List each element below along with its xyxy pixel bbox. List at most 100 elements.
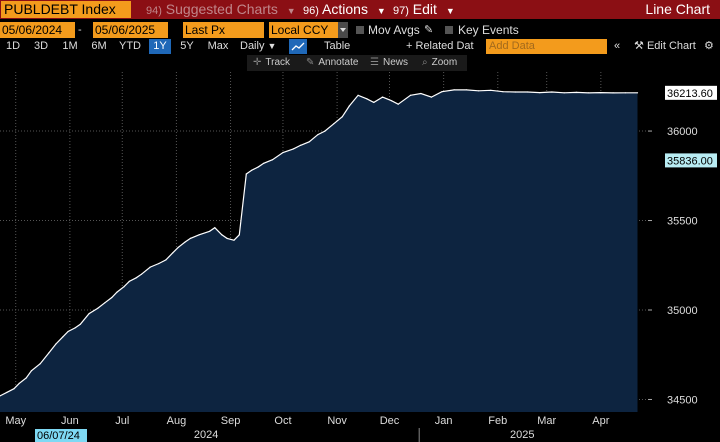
line-chart[interactable]: 34500 35000 35500 36000 May Jun Jul Aug Sep Oct No… [0, 72, 720, 442]
data-point [551, 91, 553, 93]
zoom-button[interactable]: ⌕ Zoom [422, 55, 457, 71]
data-point [238, 234, 240, 236]
suggested-charts-menu[interactable]: 94) Suggested Charts ▼ [146, 0, 296, 19]
mov-avgs-label: Mov Avgs [368, 23, 420, 37]
data-point [13, 388, 15, 390]
period-bar: 1D 3D 1M 6M YTD 1Y 5Y Max Daily ▼ Table … [0, 39, 720, 54]
data-point [97, 307, 99, 309]
data-point [441, 91, 443, 93]
data-point [25, 377, 27, 379]
data-point [140, 273, 143, 275]
x-tick-label: Oct [274, 415, 291, 427]
data-point [233, 239, 235, 241]
currency-dropdown-icon[interactable] [338, 22, 348, 38]
data-point [612, 92, 614, 94]
x-tick-label: May [5, 415, 26, 427]
end-date-input[interactable]: 05/06/2025 [93, 22, 168, 38]
data-point [357, 94, 359, 96]
table-button[interactable]: Table [324, 39, 350, 54]
related-data-label: Related Dat [415, 40, 474, 52]
period-1y[interactable]: 1Y [149, 39, 171, 54]
field-input[interactable]: Last Px [183, 22, 264, 38]
settings-icon[interactable]: ⚙ [704, 39, 714, 54]
data-point [292, 148, 294, 150]
period-1m[interactable]: 1M [59, 39, 81, 54]
y-tick-label: 35500 [667, 216, 698, 228]
frequency-label: Daily [240, 40, 265, 52]
last-value-label: 36213.60 [667, 88, 713, 100]
period-max[interactable]: Max [205, 39, 231, 54]
chevron-down-icon: ▼ [286, 6, 296, 16]
data-point [18, 382, 20, 384]
key-events-label: Key Events [458, 23, 519, 37]
actions-menu[interactable]: 96) Actions ▼ [303, 0, 386, 19]
x-tick-label: Mar [537, 415, 556, 427]
x-tick-label: Feb [488, 415, 507, 427]
data-point [189, 237, 191, 239]
data-point [55, 343, 57, 345]
data-point [74, 327, 76, 329]
data-point [324, 130, 326, 132]
plus-icon: + [406, 40, 413, 52]
data-point [6, 391, 8, 393]
period-1d[interactable]: 1D [4, 39, 22, 54]
start-date-input[interactable]: 05/06/2024 [0, 22, 75, 38]
edit-menu[interactable]: 97) Edit ▼ [393, 0, 455, 19]
annotate-button[interactable]: ✎ Annotate [306, 55, 358, 71]
data-point [79, 323, 81, 325]
data-point [165, 259, 167, 261]
controls-bar: 05/06/2024 - 05/06/2025 Last Px Local CC… [0, 22, 720, 38]
x-tick-label: Jun [61, 415, 79, 427]
period-5y[interactable]: 5Y [177, 39, 197, 54]
period-3d[interactable]: 3D [32, 39, 50, 54]
track-label: Track [265, 57, 291, 68]
data-point [502, 91, 504, 93]
data-point [282, 151, 284, 154]
suggested-charts-number: 94) [146, 5, 162, 17]
pencil-icon[interactable]: ✎ [424, 23, 433, 36]
line-chart-toggle[interactable] [289, 39, 307, 54]
data-point [390, 100, 392, 102]
data-point [490, 89, 492, 91]
collapse-icon[interactable]: « [614, 39, 620, 54]
suggested-charts-label: Suggested Charts [165, 1, 278, 17]
date-separator: - [78, 24, 82, 36]
currency-select[interactable]: Local CCY [269, 22, 338, 38]
key-events-checkbox[interactable] [445, 26, 453, 34]
period-6m[interactable]: 6M [88, 39, 110, 54]
edit-chart-button[interactable]: ⚒ Edit Chart [634, 39, 696, 54]
data-point [104, 302, 106, 304]
track-button[interactable]: ✛ Track [253, 55, 290, 71]
security-input[interactable]: PUBLDEBT Index [1, 1, 131, 18]
area-fill [0, 89, 638, 413]
data-point [526, 91, 529, 93]
x-tick-label: Nov [327, 415, 347, 427]
data-point [67, 330, 69, 333]
mov-avgs-checkbox[interactable] [356, 26, 364, 34]
data-point [308, 141, 310, 143]
data-point [317, 134, 319, 136]
data-point [209, 230, 211, 232]
line-chart-icon [291, 42, 305, 51]
edit-label: Edit [412, 1, 437, 17]
data-point [39, 363, 41, 365]
data-point [184, 241, 186, 243]
y-tick-label: 35000 [667, 305, 698, 317]
data-point [539, 92, 541, 94]
actions-number: 96) [303, 5, 319, 17]
chart-tools-bar: ✛ Track ✎ Annotate ☰ News ⌕ Zoom [247, 55, 467, 71]
edit-chart-label: Edit Chart [646, 40, 696, 52]
zoom-label: Zoom [431, 57, 458, 68]
data-point [123, 286, 125, 288]
window-title: Line Chart [645, 1, 710, 17]
annotate-label: Annotate [318, 57, 359, 68]
data-point [514, 91, 516, 93]
news-button[interactable]: ☰ News [370, 55, 408, 71]
frequency-select[interactable]: Daily ▼ [240, 39, 276, 54]
data-point [373, 101, 375, 103]
title-bar: PUBLDEBT Index 94) Suggested Charts ▼ 96… [0, 0, 720, 19]
period-ytd[interactable]: YTD [117, 39, 143, 54]
data-point [245, 173, 247, 175]
add-data-input[interactable]: Add Data [486, 39, 607, 54]
related-data-button[interactable]: + Related Dat [406, 39, 474, 54]
